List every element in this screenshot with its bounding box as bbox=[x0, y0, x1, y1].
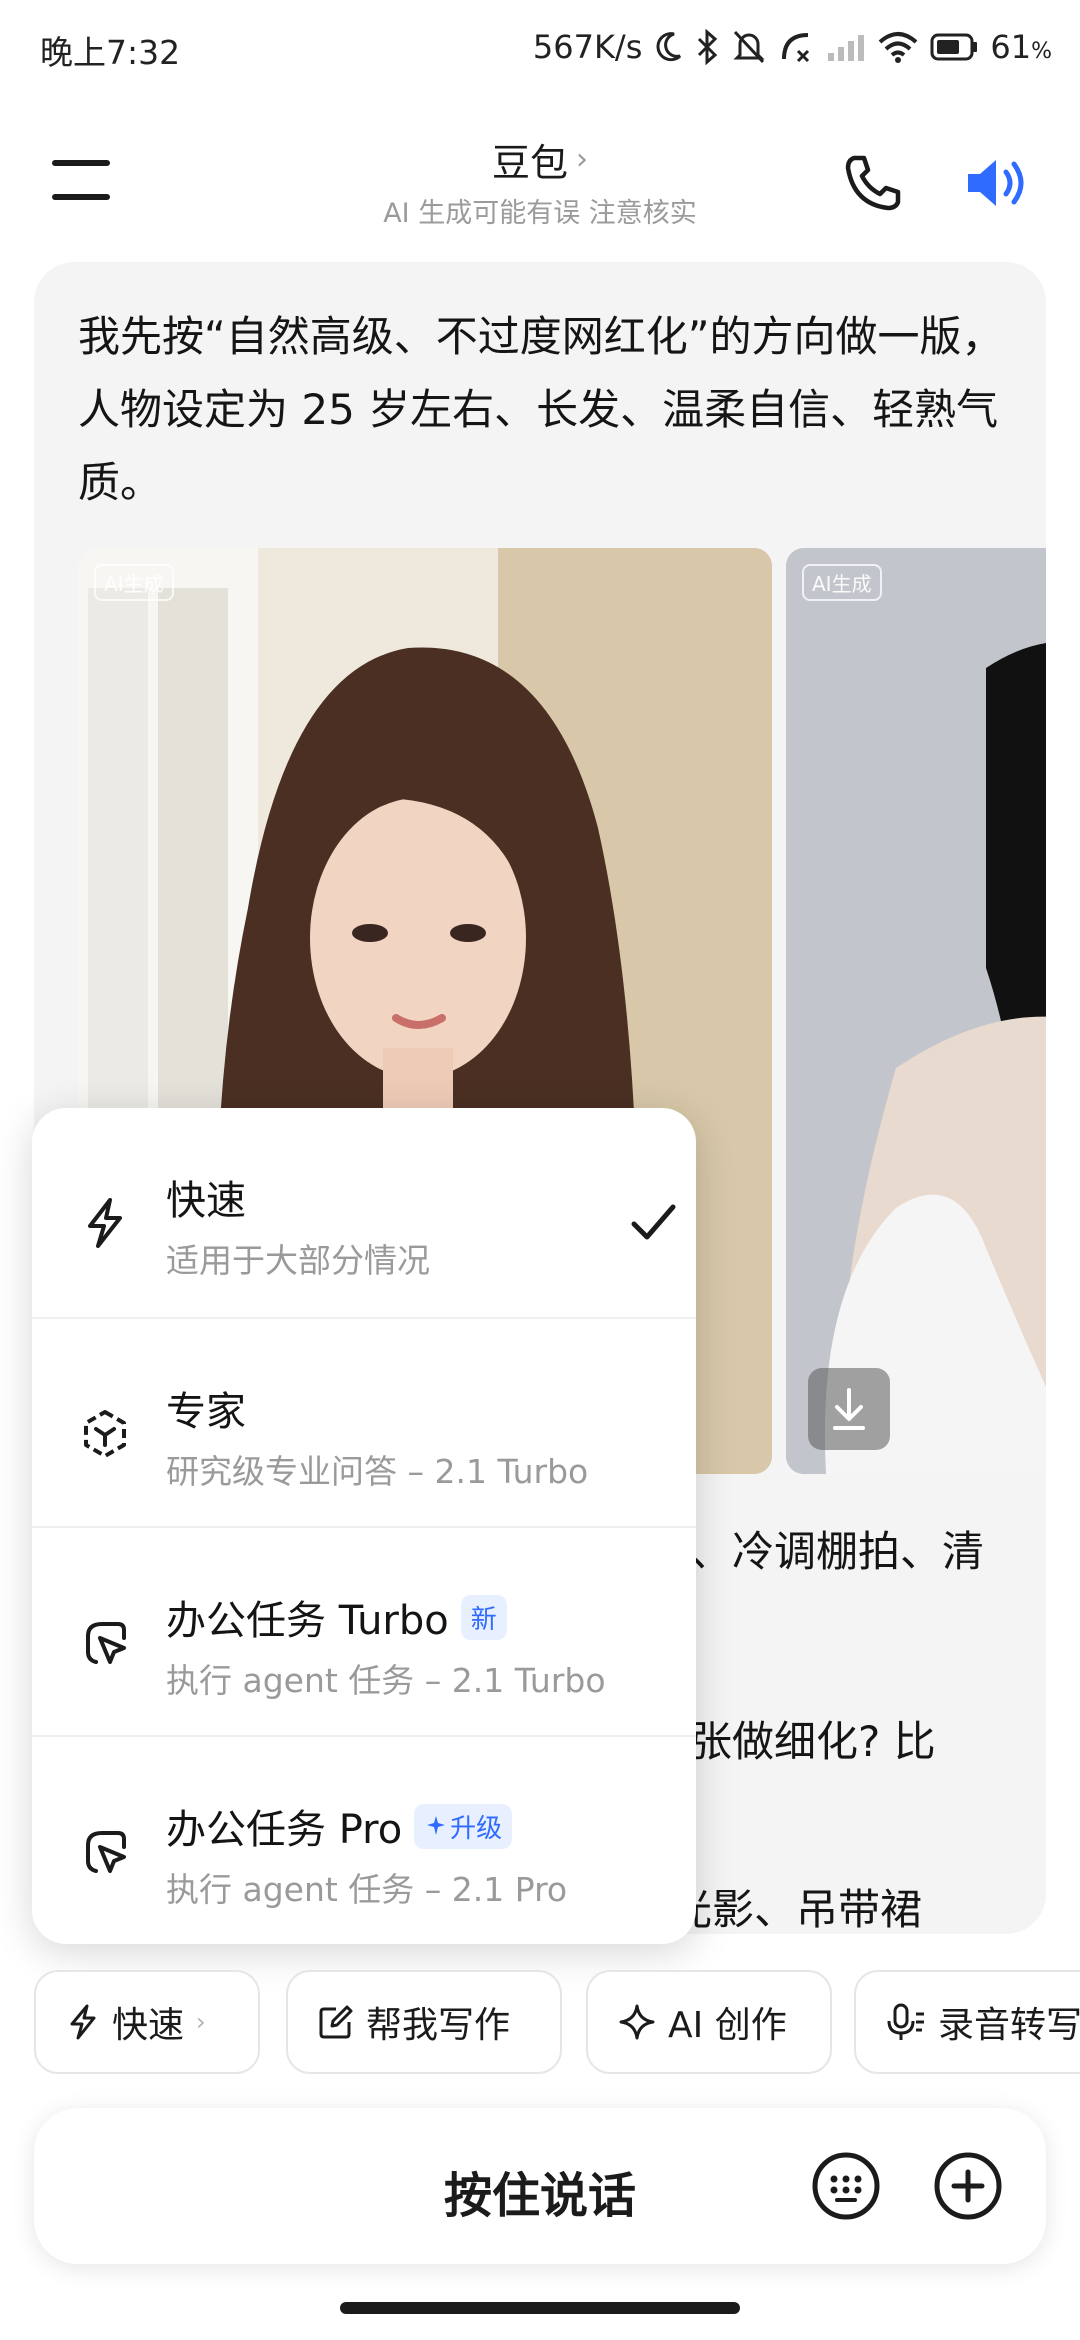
mode-option-fast[interactable]: 快速 适用于大部分情况 bbox=[32, 1108, 696, 1317]
quick-actions: 快速 › 帮我写作 AI 创作 录音转写 bbox=[34, 1970, 1080, 2074]
checkmark-icon bbox=[631, 1204, 676, 1240]
agent-cursor-icon bbox=[86, 1622, 126, 1664]
chip-ai-create[interactable]: AI 创作 bbox=[586, 1970, 832, 2074]
title-area[interactable]: 豆包 › AI 生成可能有误 注意核实 bbox=[290, 132, 790, 230]
portrait-illustration-2 bbox=[786, 548, 1046, 1474]
download-button[interactable] bbox=[808, 1368, 890, 1450]
message-text-partial: 、冷调棚拍、清 bbox=[690, 1527, 985, 1576]
signal-icon bbox=[828, 35, 865, 61]
edit-icon bbox=[319, 2005, 353, 2039]
mode-desc: 适用于大部分情况 bbox=[166, 1241, 430, 1280]
mode-option-office-turbo[interactable]: 办公任务 Turbo 新 执行 agent 任务 – 2.1 Turbo bbox=[32, 1526, 696, 1735]
chat-header: 豆包 › AI 生成可能有误 注意核实 bbox=[0, 120, 1080, 240]
mute-bell-icon bbox=[733, 30, 765, 64]
ai-generated-tag: AI生成 bbox=[94, 564, 174, 601]
mode-option-expert[interactable]: 专家 研究级专业问答 – 2.1 Turbo bbox=[32, 1317, 696, 1526]
lightning-icon bbox=[70, 2004, 96, 2040]
keyboard-icon[interactable] bbox=[810, 2150, 882, 2222]
chevron-right-icon: › bbox=[196, 2008, 206, 2036]
lightning-icon bbox=[88, 1198, 122, 1248]
net-speed: 567K/s bbox=[532, 28, 643, 66]
status-bar: 晚上7:32 567K/s 61% bbox=[0, 0, 1080, 92]
status-icons: 567K/s 61% bbox=[533, 22, 1052, 72]
generated-image-2[interactable]: AI生成 bbox=[786, 548, 1046, 1474]
moon-icon bbox=[656, 32, 682, 62]
bluetooth-icon bbox=[698, 29, 718, 65]
plus-icon[interactable] bbox=[932, 2150, 1004, 2222]
upgrade-badge[interactable]: 升级 bbox=[414, 1803, 513, 1849]
microphone-icon bbox=[887, 2003, 924, 2040]
message-text: 我先按“自然高级、不过度网红化”的方向做一版，人物设定为 25 岁左右、长发、温… bbox=[78, 312, 1004, 507]
menu-button[interactable] bbox=[52, 160, 112, 202]
chip-transcribe[interactable]: 录音转写 bbox=[854, 1970, 1080, 2074]
mode-dropdown: 快速 适用于大部分情况 专家 研究级专业问答 – 2.1 Turbo 办公任务 … bbox=[32, 1108, 696, 1944]
message-text-partial: 张做细化? 比 bbox=[690, 1717, 936, 1766]
battery-icon bbox=[930, 33, 978, 61]
sparkle-icon bbox=[619, 2004, 655, 2040]
mode-title-row: 办公任务 Turbo 新 bbox=[166, 1588, 507, 1646]
mode-title: 专家 bbox=[166, 1389, 246, 1435]
chevron-right-icon: › bbox=[576, 142, 588, 177]
mode-title: 办公任务 Pro bbox=[166, 1807, 403, 1853]
wifi-icon bbox=[879, 32, 918, 63]
hold-to-talk-button[interactable]: 按住说话 bbox=[34, 2156, 1046, 2226]
speaker-icon[interactable] bbox=[962, 150, 1034, 216]
battery-percent: 61% bbox=[990, 28, 1052, 66]
message-text-partial: 光影、吊带裙 bbox=[670, 1885, 923, 1934]
mode-desc: 研究级专业问答 – 2.1 Turbo bbox=[166, 1452, 589, 1491]
input-bar: 按住说话 bbox=[34, 2108, 1046, 2264]
download-icon bbox=[833, 1388, 865, 1430]
mode-title-row: 办公任务 Pro 升级 bbox=[166, 1797, 513, 1855]
sparkle-icon bbox=[427, 1816, 446, 1835]
mode-desc: 执行 agent 任务 – 2.1 Pro bbox=[166, 1870, 568, 1909]
ai-disclaimer: AI 生成可能有误 注意核实 bbox=[383, 198, 697, 229]
new-badge: 新 bbox=[460, 1594, 507, 1640]
call-missed-icon bbox=[782, 33, 810, 63]
mode-chip-fast[interactable]: 快速 › bbox=[34, 1970, 260, 2074]
mode-title: 快速 bbox=[166, 1178, 246, 1224]
cube-icon bbox=[84, 1410, 126, 1458]
status-time: 晚上7:32 bbox=[40, 33, 181, 72]
bot-title[interactable]: 豆包 › bbox=[492, 132, 588, 187]
mode-title: 办公任务 Turbo bbox=[166, 1598, 449, 1644]
phone-icon[interactable] bbox=[840, 150, 906, 216]
menu-icon-bar bbox=[52, 194, 110, 200]
mode-desc: 执行 agent 任务 – 2.1 Turbo bbox=[166, 1661, 606, 1700]
menu-icon-bar bbox=[52, 160, 110, 166]
mode-option-office-pro[interactable]: 办公任务 Pro 升级 执行 agent 任务 – 2.1 Pro bbox=[32, 1735, 696, 1944]
home-indicator[interactable] bbox=[340, 2302, 740, 2314]
ai-generated-tag: AI生成 bbox=[802, 564, 882, 601]
chip-help-write[interactable]: 帮我写作 bbox=[286, 1970, 562, 2074]
agent-cursor-icon bbox=[86, 1831, 126, 1873]
